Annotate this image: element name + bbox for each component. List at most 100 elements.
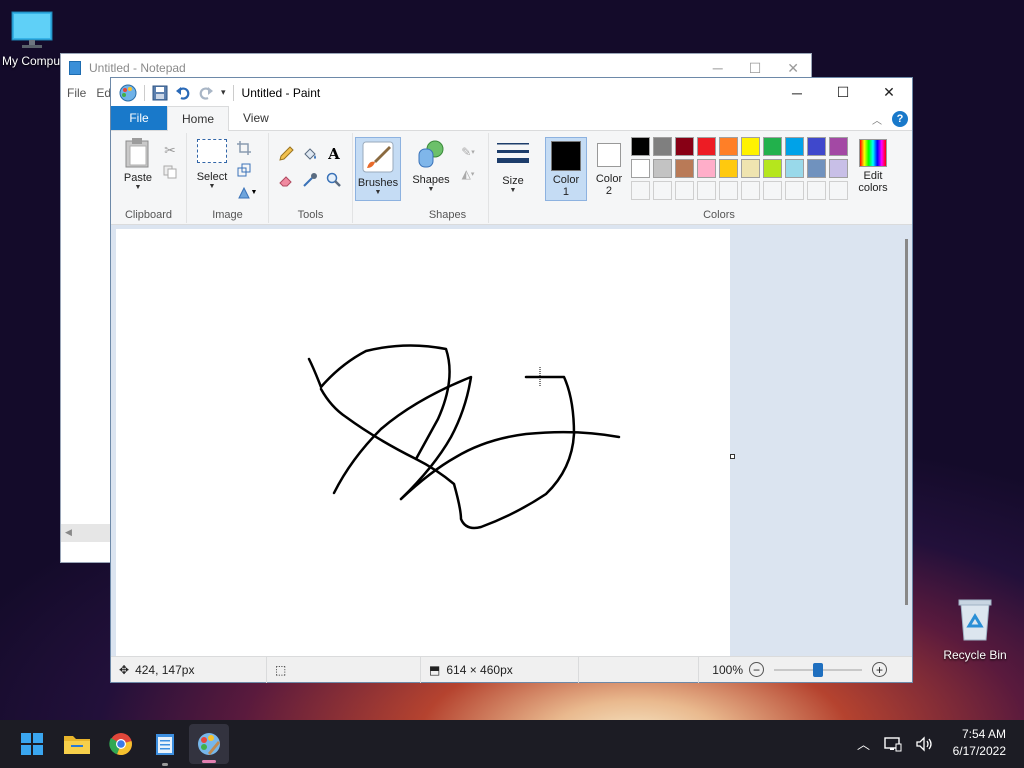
palette-color-swatch[interactable] bbox=[631, 137, 650, 156]
magnifier-icon[interactable] bbox=[325, 171, 343, 189]
palette-custom-swatch[interactable] bbox=[719, 181, 738, 200]
vertical-scrollbar[interactable] bbox=[905, 239, 908, 605]
shapes-button[interactable]: Shapes ▼ bbox=[412, 139, 450, 194]
taskbar-notepad[interactable] bbox=[149, 728, 181, 766]
palette-color-swatch[interactable] bbox=[785, 159, 804, 178]
eraser-icon[interactable] bbox=[277, 171, 295, 189]
close-icon[interactable]: ✕ bbox=[787, 60, 799, 77]
palette-color-swatch[interactable] bbox=[763, 137, 782, 156]
palette-color-swatch[interactable] bbox=[675, 137, 694, 156]
minimize-icon[interactable]: ─ bbox=[713, 60, 723, 77]
paint-window[interactable]: ▾ Untitled - Paint ─ ☐ ✕ File Home View … bbox=[110, 77, 913, 683]
rainbow-icon bbox=[859, 139, 887, 167]
palette-color-swatch[interactable] bbox=[741, 159, 760, 178]
paint-app-icon[interactable] bbox=[119, 84, 137, 102]
palette-custom-swatch[interactable] bbox=[741, 181, 760, 200]
palette-color-swatch[interactable] bbox=[719, 159, 738, 178]
palette-color-swatch[interactable] bbox=[741, 137, 760, 156]
resize-icon[interactable] bbox=[235, 161, 253, 179]
redo-icon[interactable] bbox=[198, 85, 214, 101]
palette-color-swatch[interactable] bbox=[653, 159, 672, 178]
palette-custom-swatch[interactable] bbox=[785, 181, 804, 200]
zoom-slider[interactable] bbox=[774, 662, 862, 677]
palette-color-swatch[interactable] bbox=[697, 137, 716, 156]
palette-color-swatch[interactable] bbox=[763, 159, 782, 178]
help-icon[interactable]: ? bbox=[892, 111, 908, 127]
palette-color-swatch[interactable] bbox=[631, 159, 650, 178]
select-button[interactable]: Select ▼ bbox=[195, 139, 229, 191]
chevron-down-icon: ▼ bbox=[509, 187, 517, 194]
edit-colors-button[interactable]: Edit colors bbox=[853, 139, 893, 194]
palette-custom-swatch[interactable] bbox=[653, 181, 672, 200]
color2-number: 2 bbox=[605, 185, 613, 197]
outline-icon[interactable]: ✎ ▾ bbox=[455, 143, 481, 161]
group-image: Select ▼ ▼ Image bbox=[187, 133, 269, 223]
maximize-icon[interactable]: ☐ bbox=[749, 60, 762, 77]
volume-icon[interactable] bbox=[916, 735, 934, 752]
taskbar-file-explorer[interactable] bbox=[61, 728, 93, 760]
color1-button[interactable]: Color 1 bbox=[545, 137, 587, 201]
palette-custom-swatch[interactable] bbox=[675, 181, 694, 200]
palette-custom-swatch[interactable] bbox=[697, 181, 716, 200]
tab-file[interactable]: File bbox=[111, 106, 167, 130]
cut-icon[interactable]: ✂ bbox=[161, 141, 179, 159]
undo-icon[interactable] bbox=[175, 85, 191, 101]
palette-custom-swatch[interactable] bbox=[829, 181, 848, 200]
palette-color-swatch[interactable] bbox=[653, 137, 672, 156]
paint-titlebar[interactable]: ▾ Untitled - Paint ─ ☐ ✕ bbox=[111, 78, 912, 107]
text-icon[interactable]: A bbox=[325, 145, 343, 163]
brushes-button[interactable]: Brushes ▼ bbox=[355, 137, 401, 201]
network-icon[interactable] bbox=[884, 736, 902, 752]
palette-color-swatch[interactable] bbox=[675, 159, 694, 178]
customize-qat-icon[interactable]: ▾ bbox=[221, 87, 226, 98]
color2-button[interactable]: Color 2 bbox=[589, 137, 629, 201]
palette-custom-swatch[interactable] bbox=[763, 181, 782, 200]
clock-time: 7:54 AM bbox=[961, 727, 1006, 741]
paste-button[interactable]: Paste ▼ bbox=[119, 137, 157, 192]
minimize-button[interactable]: ─ bbox=[774, 78, 820, 107]
save-icon[interactable] bbox=[152, 85, 168, 101]
scroll-left-icon[interactable]: ◀ bbox=[65, 527, 72, 538]
zoom-out-icon[interactable]: − bbox=[749, 662, 764, 677]
notepad-menu-file[interactable]: File bbox=[67, 86, 86, 100]
palette-color-swatch[interactable] bbox=[807, 137, 826, 156]
color-picker-icon[interactable] bbox=[301, 171, 319, 189]
zoom-thumb[interactable] bbox=[813, 662, 823, 677]
palette-color-swatch[interactable] bbox=[829, 137, 848, 156]
pencil-icon[interactable] bbox=[277, 145, 295, 163]
group-size: Size ▼ bbox=[489, 133, 539, 223]
rotate-icon[interactable]: ▼ bbox=[235, 183, 259, 201]
collapse-ribbon-icon[interactable]: ︿ bbox=[872, 112, 882, 127]
copy-icon[interactable] bbox=[161, 163, 179, 181]
taskbar-chrome[interactable] bbox=[105, 728, 137, 760]
palette-color-swatch[interactable] bbox=[785, 137, 804, 156]
desktop-icon-my-computer[interactable]: My Compu bbox=[0, 10, 64, 68]
notepad-icon bbox=[69, 61, 81, 75]
chrome-icon bbox=[109, 733, 132, 756]
shape-fill-icon[interactable]: ◭ ▾ bbox=[455, 165, 481, 183]
palette-color-swatch[interactable] bbox=[719, 137, 738, 156]
tab-view[interactable]: View bbox=[229, 106, 283, 130]
clock[interactable]: 7:54 AM 6/17/2022 bbox=[953, 726, 1006, 760]
close-icon: ✕ bbox=[883, 84, 895, 100]
start-button[interactable] bbox=[16, 728, 48, 760]
close-button[interactable]: ✕ bbox=[866, 78, 912, 107]
palette-color-swatch[interactable] bbox=[807, 159, 826, 178]
crop-icon[interactable] bbox=[235, 139, 253, 157]
fill-icon[interactable] bbox=[301, 145, 319, 163]
notepad-menu-edit[interactable]: Ed bbox=[96, 86, 111, 100]
maximize-button[interactable]: ☐ bbox=[820, 78, 866, 107]
palette-custom-swatch[interactable] bbox=[807, 181, 826, 200]
taskbar-paint[interactable] bbox=[189, 724, 229, 764]
tab-home[interactable]: Home bbox=[167, 106, 230, 131]
zoom-in-icon[interactable]: + bbox=[872, 662, 887, 677]
canvas-resize-handle[interactable] bbox=[730, 454, 735, 459]
size-button[interactable]: Size ▼ bbox=[495, 141, 531, 195]
palette-color-swatch[interactable] bbox=[829, 159, 848, 178]
notepad-horizontal-scrollbar[interactable]: ◀ bbox=[61, 524, 111, 542]
drawing-canvas[interactable] bbox=[116, 229, 730, 657]
desktop-icon-recycle-bin[interactable]: Recycle Bin bbox=[936, 596, 1014, 662]
palette-custom-swatch[interactable] bbox=[631, 181, 650, 200]
show-hidden-icons-icon[interactable]: ︿ bbox=[857, 734, 870, 753]
palette-color-swatch[interactable] bbox=[697, 159, 716, 178]
